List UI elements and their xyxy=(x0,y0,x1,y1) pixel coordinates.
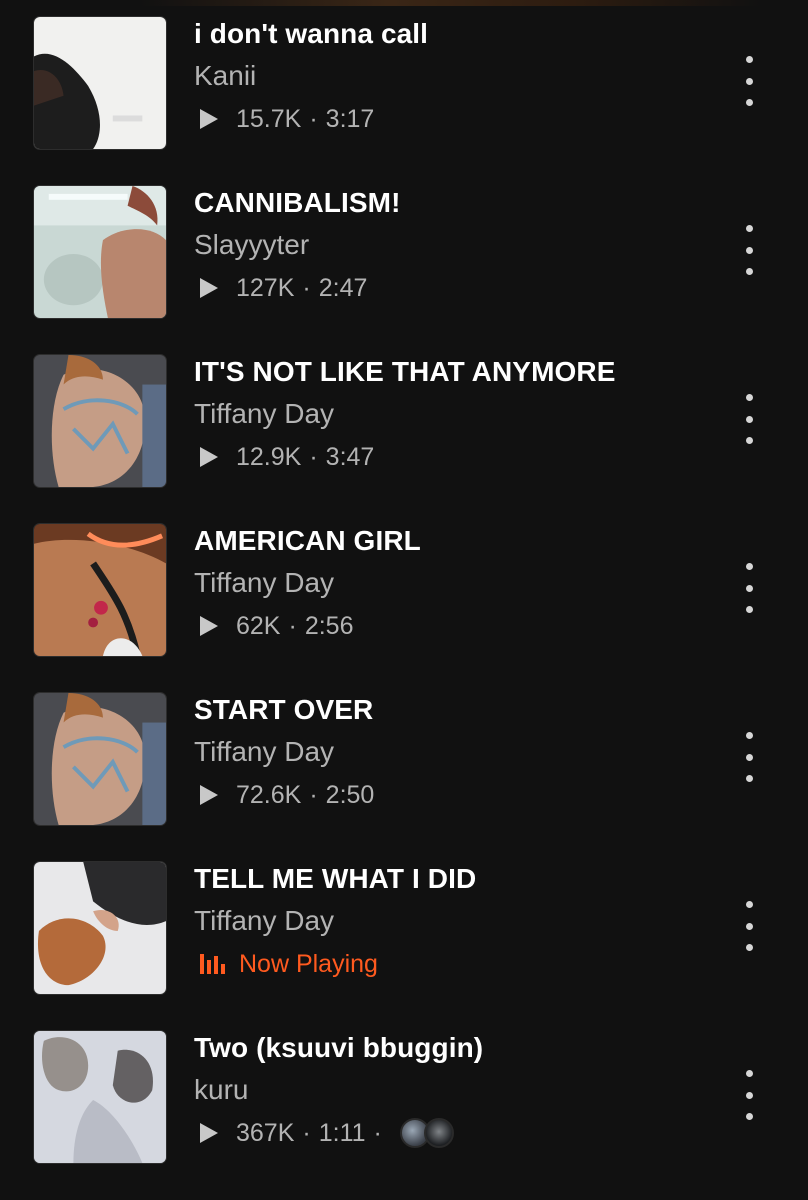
separator: · xyxy=(373,1118,382,1147)
cover-art xyxy=(33,185,167,319)
track-title: Two (ksuuvi bbuggin) xyxy=(194,1032,484,1063)
more-options-icon[interactable] xyxy=(737,563,761,613)
track-list-screen: i don't wanna call Kanii 15.7K · 3:17 CA… xyxy=(0,0,808,1200)
play-count: 127K xyxy=(236,273,295,302)
cover-art xyxy=(33,861,167,995)
separator: · xyxy=(309,780,318,809)
track-artist[interactable]: Tiffany Day xyxy=(194,905,334,937)
track-title: AMERICAN GIRL xyxy=(194,525,421,556)
play-count: 62K xyxy=(236,611,281,640)
more-options-icon[interactable] xyxy=(737,394,761,444)
cover-art xyxy=(33,1030,167,1164)
track-meta: 12.9K · 3:47 xyxy=(200,440,374,474)
track-duration: 3:47 xyxy=(325,442,375,471)
track-row-1[interactable]: CANNIBALISM! Slayyyter 127K · 2:47 xyxy=(0,185,808,321)
more-options-icon[interactable] xyxy=(737,1070,761,1120)
track-artist[interactable]: Slayyyter xyxy=(194,229,309,261)
track-row-3[interactable]: AMERICAN GIRL Tiffany Day 62K · 2:56 xyxy=(0,523,808,659)
more-options-icon[interactable] xyxy=(737,56,761,106)
track-title: TELL ME WHAT I DID xyxy=(194,863,477,894)
track-duration: 3:17 xyxy=(325,104,375,133)
cover-art xyxy=(33,354,167,488)
track-row-4[interactable]: START OVER Tiffany Day 72.6K · 2:50 xyxy=(0,692,808,828)
track-row-0[interactable]: i don't wanna call Kanii 15.7K · 3:17 xyxy=(0,16,808,152)
play-icon xyxy=(200,278,218,298)
track-title: START OVER xyxy=(194,694,374,725)
separator: · xyxy=(309,442,318,471)
play-icon xyxy=(200,1123,218,1143)
track-meta: 367K · 1:11 · xyxy=(200,1116,454,1150)
equalizer-icon xyxy=(200,954,225,974)
play-icon xyxy=(200,109,218,129)
track-artist[interactable]: Tiffany Day xyxy=(194,736,334,768)
play-count: 12.9K xyxy=(236,442,302,471)
track-title: i don't wanna call xyxy=(194,18,429,49)
more-options-icon[interactable] xyxy=(737,225,761,275)
cover-art xyxy=(33,523,167,657)
now-playing-indicator: Now Playing xyxy=(200,947,378,981)
play-count: 72.6K xyxy=(236,780,302,809)
track-duration: 2:56 xyxy=(304,611,354,640)
separator: · xyxy=(288,611,297,640)
play-icon xyxy=(200,785,218,805)
track-row-5-now-playing[interactable]: TELL ME WHAT I DID Tiffany Day Now Playi… xyxy=(0,861,808,997)
track-meta: 72.6K · 2:50 xyxy=(200,778,374,812)
track-row-2[interactable]: IT'S NOT LIKE THAT ANYMORE Tiffany Day 1… xyxy=(0,354,808,490)
track-artist[interactable]: Tiffany Day xyxy=(194,567,334,599)
track-artist[interactable]: kuru xyxy=(194,1074,248,1106)
track-artist[interactable]: Tiffany Day xyxy=(194,398,334,430)
separator: · xyxy=(302,273,311,302)
track-row-6[interactable]: Two (ksuuvi bbuggin) kuru 367K · 1:11 · xyxy=(0,1030,808,1166)
track-artist[interactable]: Kanii xyxy=(194,60,256,92)
track-title: CANNIBALISM! xyxy=(194,187,401,218)
track-meta: 62K · 2:56 xyxy=(200,609,353,643)
now-playing-label: Now Playing xyxy=(239,949,378,978)
track-meta: 15.7K · 3:17 xyxy=(200,102,374,136)
play-icon xyxy=(200,616,218,636)
play-icon xyxy=(200,447,218,467)
separator: · xyxy=(309,104,318,133)
play-count: 367K xyxy=(236,1118,295,1147)
track-title: IT'S NOT LIKE THAT ANYMORE xyxy=(194,356,616,387)
avatar xyxy=(423,1118,454,1148)
track-duration: 2:50 xyxy=(325,780,375,809)
track-duration: 2:47 xyxy=(318,273,368,302)
track-meta: 127K · 2:47 xyxy=(200,271,367,305)
play-count: 15.7K xyxy=(236,104,302,133)
track-duration: 1:11 xyxy=(318,1118,366,1147)
collaborator-avatars[interactable] xyxy=(399,1118,454,1148)
top-header-fade xyxy=(140,0,760,6)
more-options-icon[interactable] xyxy=(737,901,761,951)
cover-art xyxy=(33,16,167,150)
more-options-icon[interactable] xyxy=(737,732,761,782)
separator: · xyxy=(302,1118,311,1147)
cover-art xyxy=(33,692,167,826)
